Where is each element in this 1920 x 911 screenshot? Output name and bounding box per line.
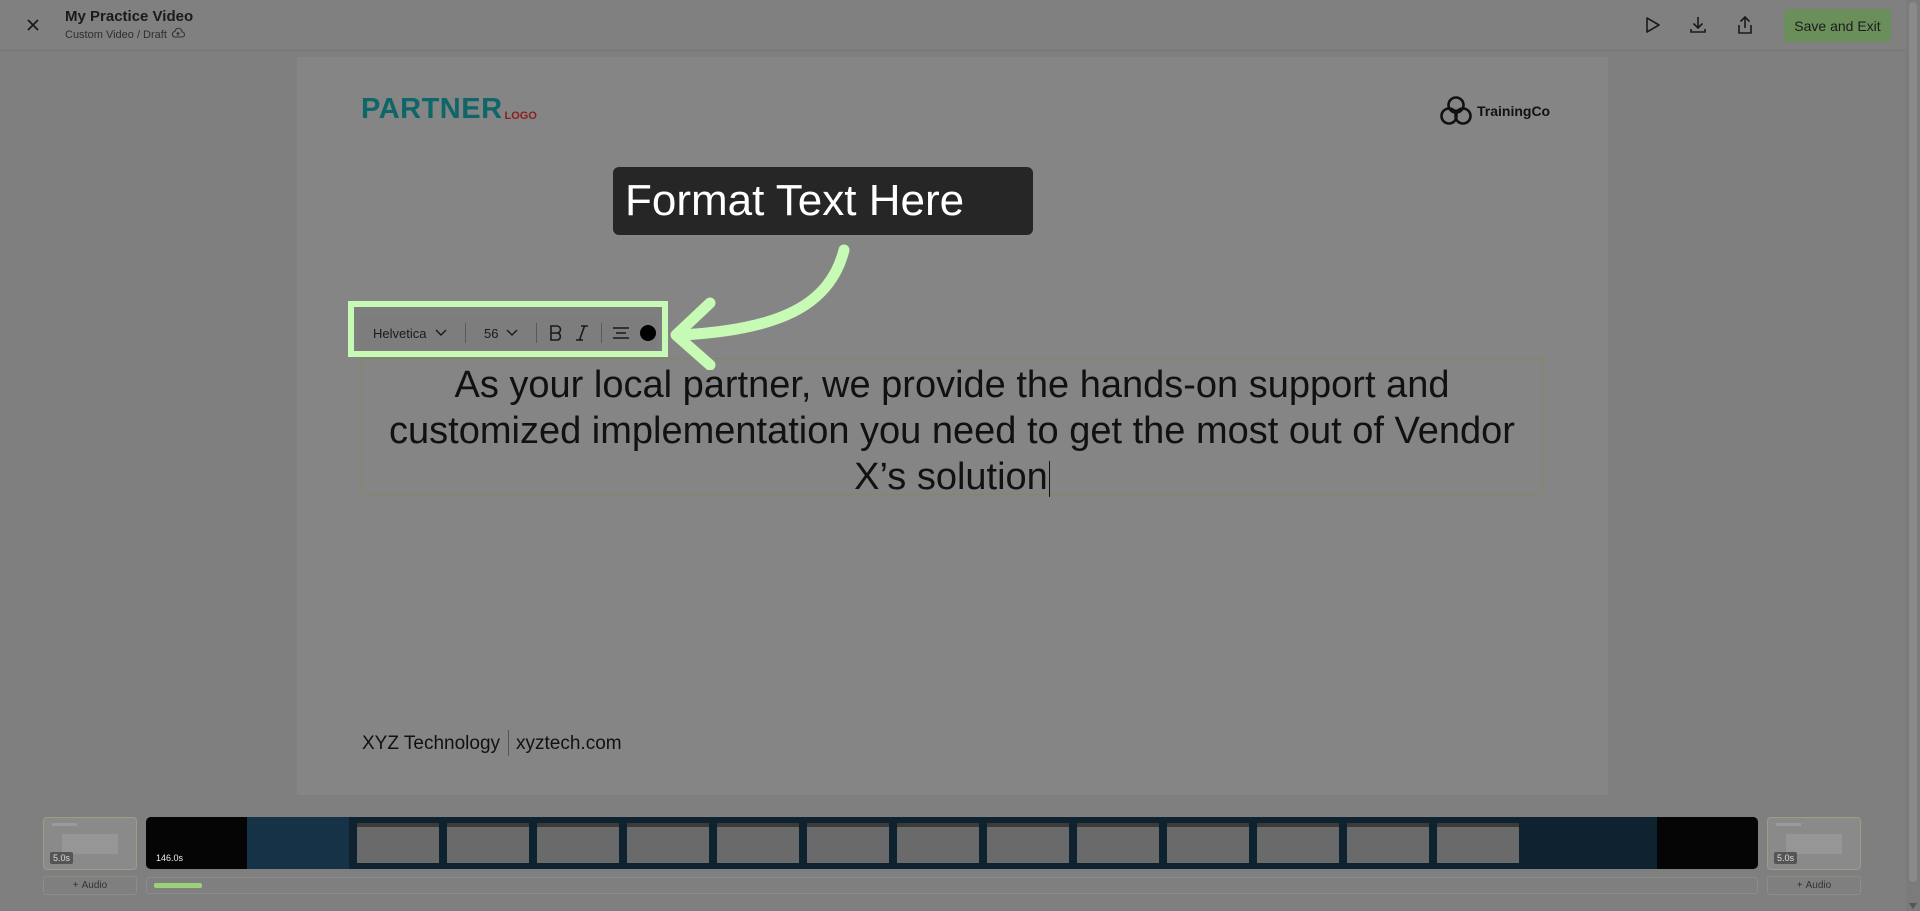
trainingco-mark-icon (1440, 96, 1472, 125)
download-icon[interactable] (1687, 14, 1709, 36)
clip-thumbnail (627, 823, 709, 863)
clip-thumbnail (897, 823, 979, 863)
chevron-down-icon (435, 329, 447, 336)
callout-arrow-icon (670, 244, 850, 370)
trainingco-logo-text: TrainingCo (1477, 103, 1551, 119)
main-text-line: As your local partner, we provide the ha… (454, 364, 1450, 406)
add-audio-button[interactable]: + Audio (43, 876, 137, 895)
editor-header: My Practice Video Custom Video / Draft S… (0, 0, 1920, 51)
video-title-block: My Practice Video Custom Video / Draft (65, 8, 193, 42)
cloud-sync-icon (171, 27, 185, 42)
outro-duration-badge: 5.0s (1774, 852, 1798, 864)
clip-thumbnail (1167, 823, 1249, 863)
font-family-select[interactable]: Helvetica (359, 326, 459, 341)
clip-thumbnail (1077, 823, 1159, 863)
clip-thumbnail (807, 823, 889, 863)
text-caret (1048, 460, 1050, 497)
clip-thumbnail (247, 817, 349, 869)
save-and-exit-button[interactable]: Save and Exit (1784, 9, 1891, 42)
color-swatch-icon[interactable] (640, 325, 656, 341)
plus-icon: + (72, 880, 79, 891)
clip-thumbnail (447, 823, 529, 863)
main-text-line: customized implementation you need to ge… (389, 410, 1515, 452)
clip-thumbnail (537, 823, 619, 863)
trainingco-logo: TrainingCo (1439, 94, 1550, 128)
video-subtitle: Custom Video / Draft (65, 28, 167, 41)
clip-thumbnail (1657, 817, 1758, 869)
footer-company: XYZ Technology (362, 733, 501, 754)
intro-duration-badge: 5.0s (50, 852, 74, 864)
clip-thumbnail (717, 823, 799, 863)
clip-thumbnail (1257, 823, 1339, 863)
timeline: 5.0s + Audio 146.0s 5.0s + Audio (0, 800, 1906, 911)
font-size-select[interactable]: 56 (472, 326, 530, 341)
chevron-down-icon (506, 329, 518, 336)
toolbar-divider (465, 323, 466, 343)
clip-thumbnail (1437, 823, 1519, 863)
timeline-progress-fill (154, 883, 202, 888)
footer-website: xyztech.com (516, 733, 622, 754)
scrollbar-thumb[interactable] (1909, 2, 1917, 882)
main-text-box[interactable]: As your local partner, we provide the ha… (361, 358, 1543, 498)
scroll-down-icon[interactable] (1909, 903, 1917, 909)
plus-icon: + (1796, 880, 1803, 891)
main-text-line: X’s solution (854, 456, 1048, 498)
toolbar-divider (601, 323, 602, 343)
close-icon[interactable] (22, 14, 44, 36)
italic-icon[interactable] (569, 320, 595, 346)
text-format-toolbar: Helvetica 56 (359, 316, 657, 350)
share-icon[interactable] (1734, 14, 1756, 36)
clip-thumbnail (1347, 823, 1429, 863)
bold-icon[interactable] (543, 320, 569, 346)
outro-clip-card[interactable]: 5.0s (1767, 817, 1861, 870)
add-audio-button[interactable]: + Audio (1767, 876, 1861, 895)
main-duration-badge: 146.0s (156, 853, 184, 863)
align-center-icon[interactable] (608, 320, 634, 346)
video-clip-strip[interactable]: 146.0s (146, 817, 1758, 869)
format-text-tooltip: Format Text Here (613, 167, 1033, 235)
footer-divider (508, 730, 509, 756)
clip-thumbnail (357, 823, 439, 863)
page-scrollbar[interactable] (1906, 0, 1920, 911)
clip-thumbnail (987, 823, 1069, 863)
intro-clip-card[interactable]: 5.0s (43, 817, 137, 870)
play-icon[interactable] (1641, 14, 1663, 36)
timeline-progress-track[interactable] (146, 877, 1758, 894)
partner-logo: PARTNER LOGO (361, 93, 537, 125)
clip-thumbnail: 146.0s (146, 817, 247, 869)
video-title: My Practice Video (65, 8, 194, 25)
toolbar-divider (536, 323, 537, 343)
